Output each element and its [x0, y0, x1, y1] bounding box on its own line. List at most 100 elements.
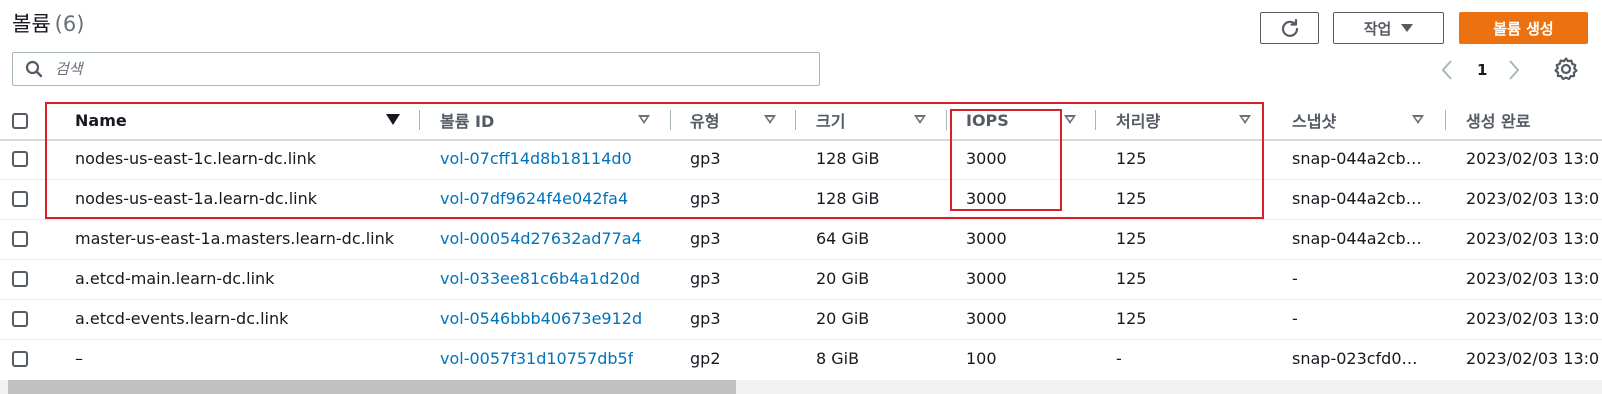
cell-type: gp3: [690, 269, 721, 288]
column-header-iops[interactable]: IOPS: [966, 107, 1009, 133]
cell-throughput: -: [1116, 349, 1122, 368]
cell-type: gp3: [690, 229, 721, 248]
cell-snapshot: -: [1292, 269, 1298, 288]
next-page-button[interactable]: [1507, 58, 1521, 82]
row-checkbox[interactable]: [12, 311, 28, 327]
cell-iops: 100: [966, 349, 997, 368]
row-divider: [0, 299, 1602, 300]
column-resizer[interactable]: [1095, 110, 1096, 130]
search-icon: [25, 60, 43, 78]
cell-snapshot: -: [1292, 309, 1298, 328]
cell-created: 2023/02/03 13:0: [1466, 349, 1600, 368]
column-resizer[interactable]: [670, 110, 671, 130]
cell-iops: 3000: [966, 309, 1007, 328]
cell-throughput: 125: [1116, 229, 1147, 248]
select-all-checkbox[interactable]: [12, 113, 28, 129]
cell-size: 8 GiB: [816, 349, 860, 368]
cell-snapshot: snap-044a2cb…: [1292, 189, 1422, 208]
caret-down-icon: [1401, 24, 1414, 32]
cell-type: gp3: [690, 309, 721, 328]
cell-size: 64 GiB: [816, 229, 870, 248]
cell-type: gp3: [690, 189, 721, 208]
cell-throughput: 125: [1116, 189, 1147, 208]
sort-desc-icon[interactable]: [386, 114, 400, 125]
row-divider: [0, 219, 1602, 220]
sort-icon[interactable]: [914, 115, 926, 124]
cell-type: gp2: [690, 349, 721, 368]
row-checkbox[interactable]: [12, 191, 28, 207]
cell-created: 2023/02/03 13:0: [1466, 189, 1600, 208]
cell-created: 2023/02/03 13:0: [1466, 149, 1600, 168]
column-header-type[interactable]: 유형: [690, 107, 719, 133]
search-input[interactable]: [53, 59, 797, 79]
cell-size: 20 GiB: [816, 269, 870, 288]
column-header-created[interactable]: 생성 완료: [1466, 107, 1530, 133]
column-header-snapshot[interactable]: 스냅샷: [1292, 107, 1336, 133]
column-resizer[interactable]: [1445, 110, 1446, 130]
column-header-name[interactable]: Name: [75, 107, 127, 133]
chevron-left-icon: [1441, 60, 1452, 80]
cell-volume-id-link[interactable]: vol-00054d27632ad77a4: [440, 228, 642, 250]
column-header-volume-id[interactable]: 볼륨 ID: [440, 107, 494, 133]
cell-name: nodes-us-east-1a.learn-dc.link: [75, 189, 318, 208]
cell-iops: 3000: [966, 269, 1007, 288]
sort-icon[interactable]: [1064, 115, 1076, 124]
cell-snapshot: snap-023cfd0…: [1292, 349, 1418, 368]
cell-volume-id-link[interactable]: vol-0546bbb40673e912d: [440, 308, 642, 330]
column-header-size[interactable]: 크기: [816, 107, 845, 133]
actions-button[interactable]: 작업: [1333, 12, 1444, 44]
horizontal-scrollbar-thumb[interactable]: [8, 380, 736, 394]
row-divider: [0, 339, 1602, 340]
prev-page-button[interactable]: [1440, 58, 1454, 82]
cell-name: a.etcd-main.learn-dc.link: [75, 269, 275, 288]
page-title-text: 볼륨: [12, 12, 51, 36]
cell-size: 128 GiB: [816, 149, 880, 168]
cell-volume-id-link[interactable]: vol-0057f31d10757db5f: [440, 348, 633, 370]
chevron-right-icon: [1509, 60, 1520, 80]
row-checkbox[interactable]: [12, 351, 28, 367]
volume-count: (6): [54, 12, 85, 36]
sort-icon[interactable]: [638, 115, 650, 124]
cell-created: 2023/02/03 13:0: [1466, 269, 1600, 288]
cell-size: 20 GiB: [816, 309, 870, 328]
cell-throughput: 125: [1116, 269, 1147, 288]
cell-iops: 3000: [966, 149, 1007, 168]
cell-name: nodes-us-east-1c.learn-dc.link: [75, 149, 317, 168]
column-resizer[interactable]: [795, 110, 796, 130]
cell-snapshot: snap-044a2cb…: [1292, 229, 1422, 248]
table-header-divider: [0, 139, 1602, 141]
row-checkbox[interactable]: [12, 271, 28, 287]
cell-throughput: 125: [1116, 309, 1147, 328]
cell-name: –: [75, 349, 83, 368]
cell-iops: 3000: [966, 229, 1007, 248]
column-header-throughput[interactable]: 처리량: [1116, 107, 1160, 133]
row-divider: [0, 259, 1602, 260]
cell-throughput: 125: [1116, 149, 1147, 168]
cell-size: 128 GiB: [816, 189, 880, 208]
cell-volume-id-link[interactable]: vol-07cff14d8b18114d0: [440, 148, 632, 170]
refresh-button[interactable]: [1260, 12, 1319, 44]
create-volume-button[interactable]: 볼륨 생성: [1459, 12, 1588, 44]
cell-snapshot: snap-044a2cb…: [1292, 149, 1422, 168]
row-divider: [0, 179, 1602, 180]
cell-created: 2023/02/03 13:0: [1466, 309, 1600, 328]
actions-label: 작업: [1363, 19, 1392, 38]
sort-icon[interactable]: [1239, 115, 1251, 124]
cell-name: a.etcd-events.learn-dc.link: [75, 309, 289, 328]
gear-icon: [1554, 57, 1578, 81]
refresh-icon: [1281, 18, 1298, 37]
cell-name: master-us-east-1a.masters.learn-dc.link: [75, 229, 395, 248]
cell-created: 2023/02/03 13:0: [1466, 229, 1600, 248]
column-resizer[interactable]: [946, 110, 947, 130]
row-checkbox[interactable]: [12, 151, 28, 167]
cell-volume-id-link[interactable]: vol-07df9624f4e042fa4: [440, 188, 628, 210]
search-box[interactable]: [12, 52, 820, 86]
column-resizer[interactable]: [419, 110, 420, 130]
page-number[interactable]: 1: [1477, 58, 1487, 82]
page-title: 볼륨 (6): [12, 8, 84, 38]
row-checkbox[interactable]: [12, 231, 28, 247]
cell-volume-id-link[interactable]: vol-033ee81c6b4a1d20d: [440, 268, 640, 290]
settings-button[interactable]: [1553, 56, 1579, 82]
sort-icon[interactable]: [1412, 115, 1424, 124]
sort-icon[interactable]: [764, 115, 776, 124]
